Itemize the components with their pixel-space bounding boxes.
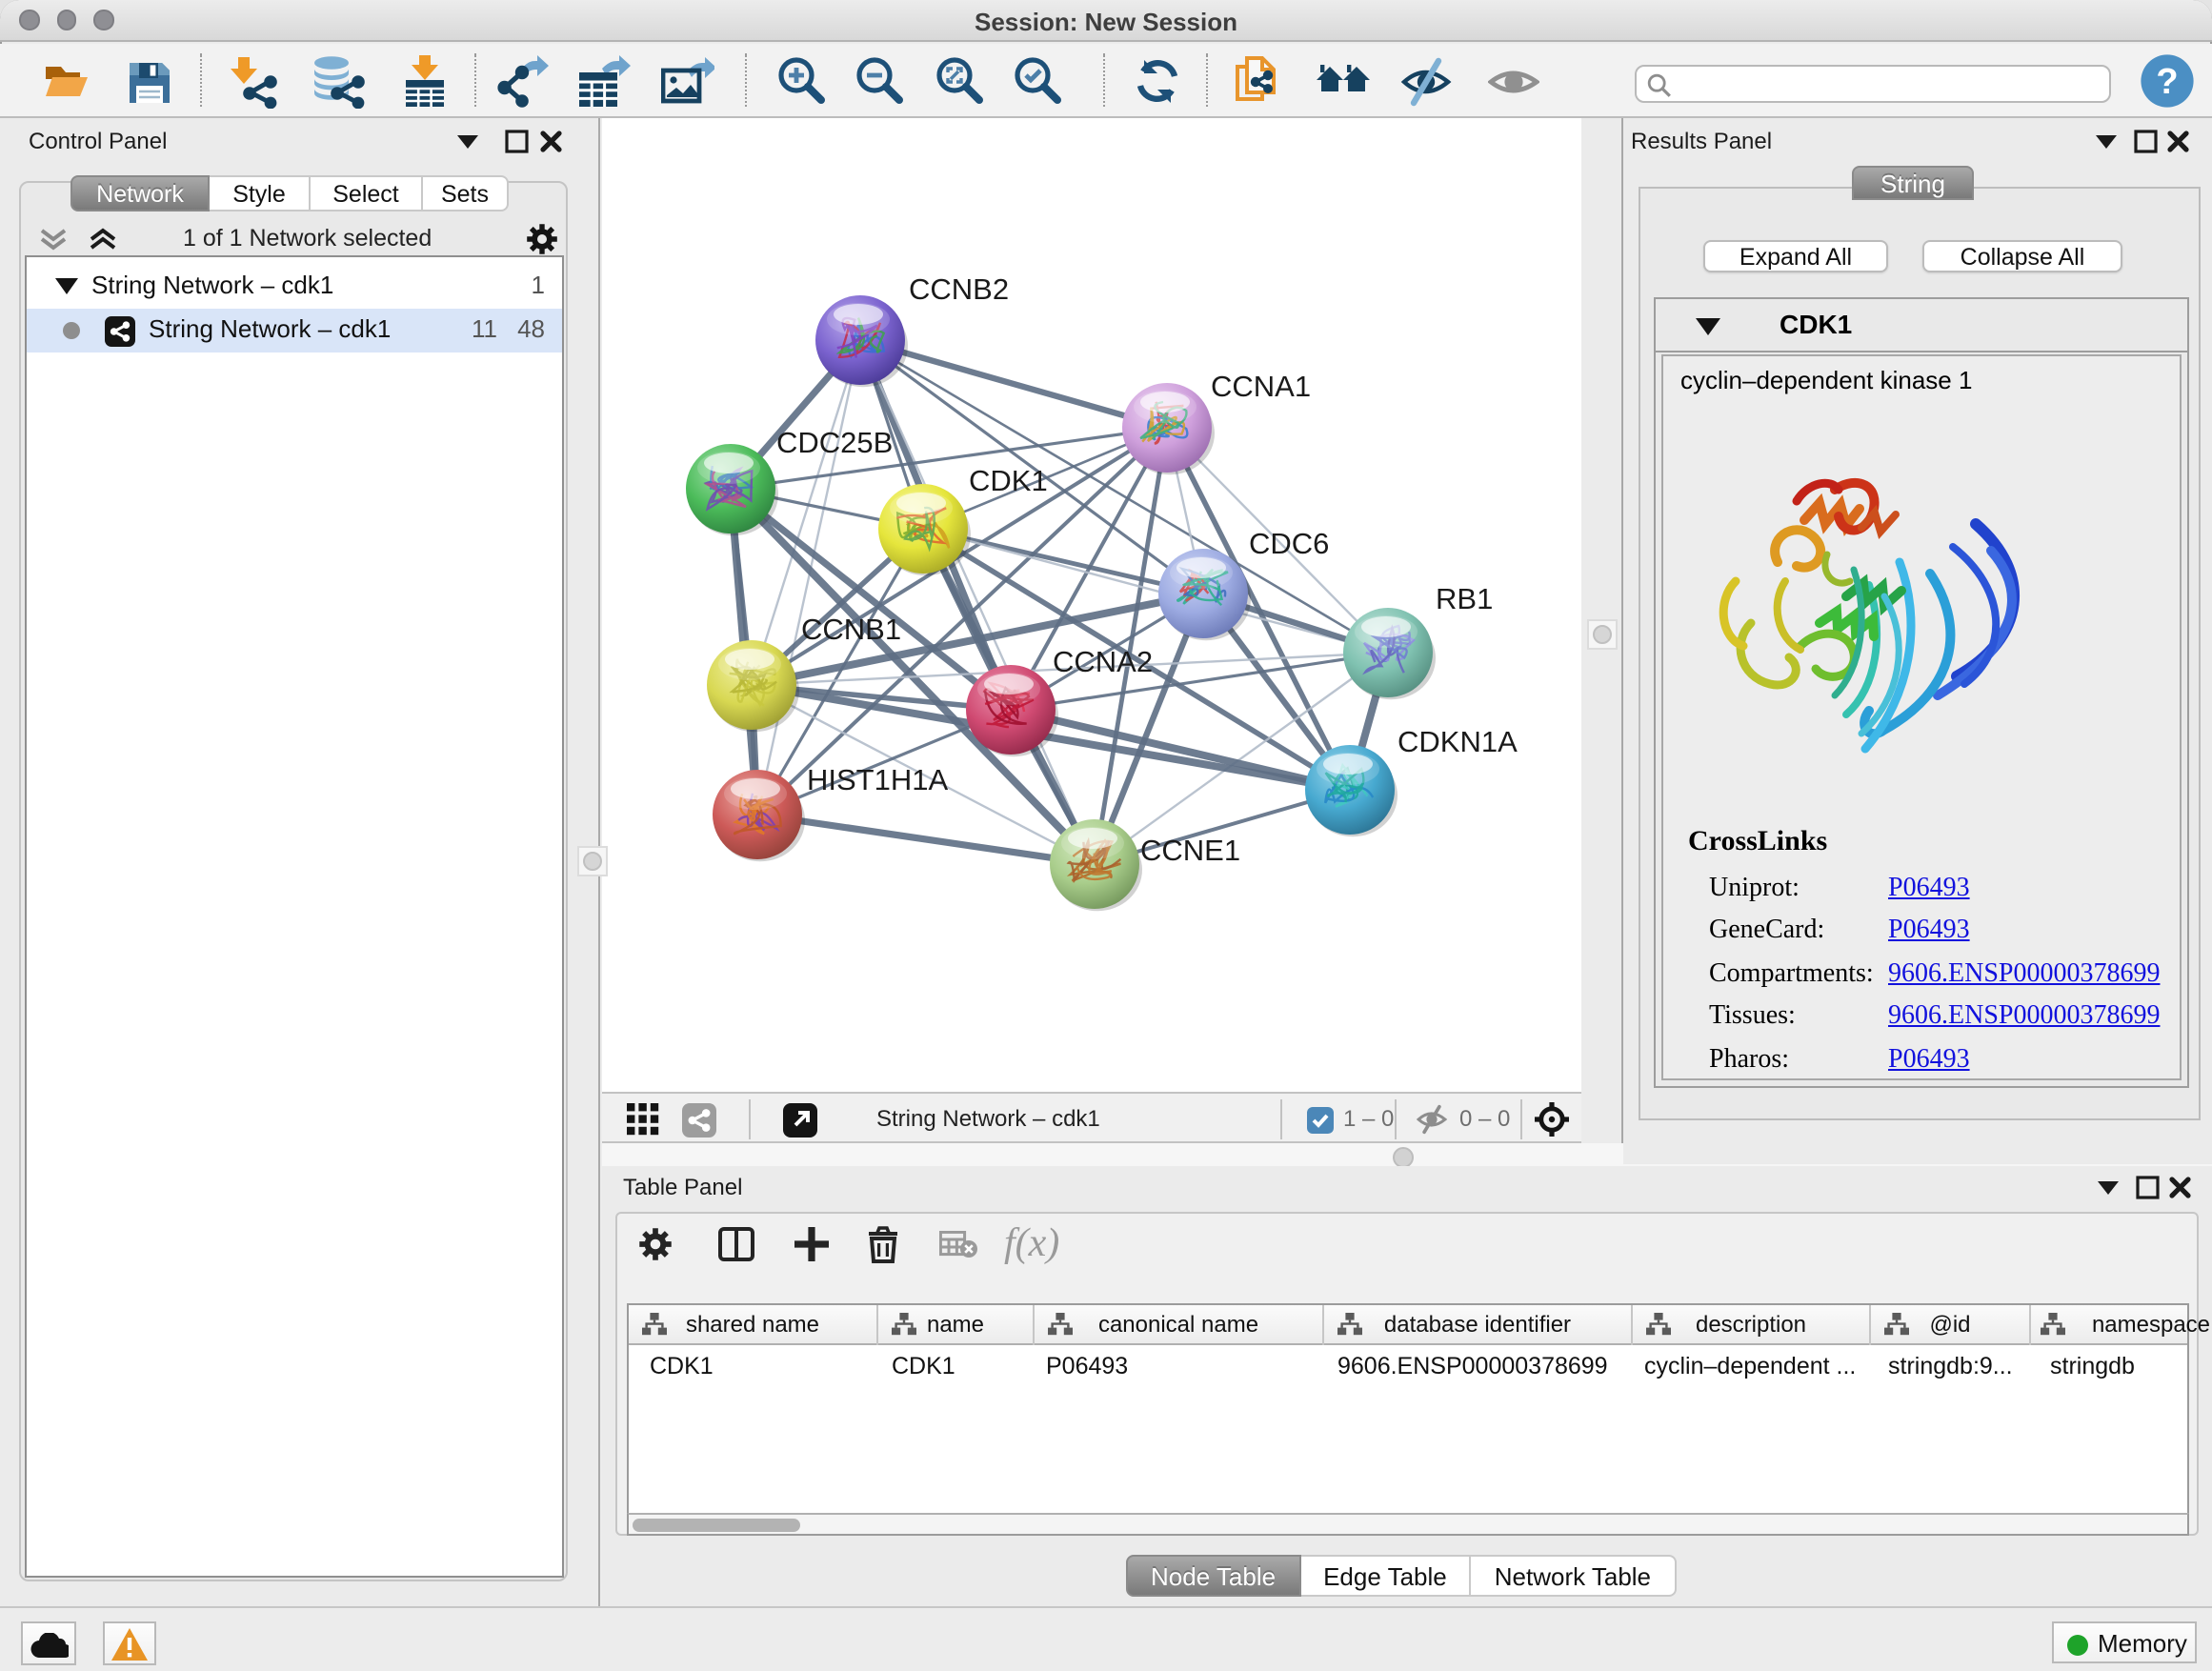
svg-text:CDC25B: CDC25B bbox=[776, 426, 893, 459]
svg-text:CDC6: CDC6 bbox=[1249, 527, 1329, 560]
svg-text:CCNA1: CCNA1 bbox=[1211, 370, 1311, 403]
svg-text:HIST1H1A: HIST1H1A bbox=[807, 763, 948, 796]
svg-text:CDKN1A: CDKN1A bbox=[1398, 725, 1518, 758]
svg-text:CDK1: CDK1 bbox=[969, 464, 1048, 497]
svg-text:CCNA2: CCNA2 bbox=[1053, 645, 1153, 678]
svg-text:CCNB1: CCNB1 bbox=[801, 613, 901, 646]
svg-text:?: ? bbox=[2156, 62, 2178, 102]
svg-text:CCNB2: CCNB2 bbox=[909, 272, 1009, 306]
svg-text:CCNE1: CCNE1 bbox=[1140, 834, 1240, 867]
svg-text:RB1: RB1 bbox=[1436, 582, 1493, 615]
